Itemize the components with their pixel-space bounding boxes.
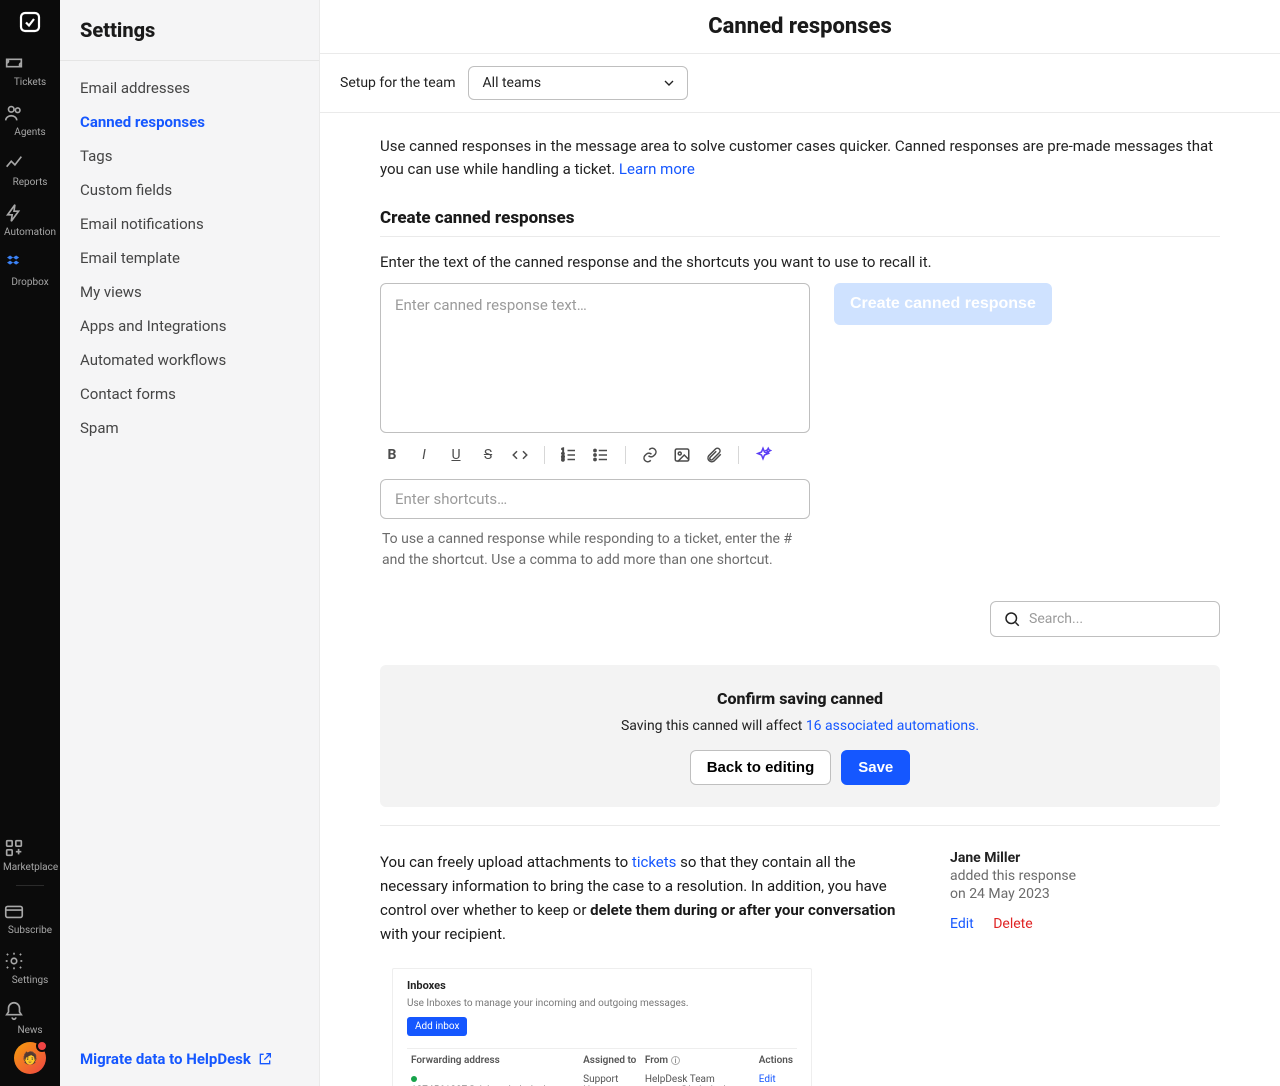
confirm-panel: Confirm saving canned Saving this canned… — [380, 665, 1220, 807]
attachment-icon[interactable] — [704, 445, 724, 465]
link-icon[interactable] — [640, 445, 660, 465]
team-select-value: All teams — [483, 75, 542, 91]
response-date: on 24 May 2023 — [950, 886, 1220, 902]
tickets-link[interactable]: tickets — [632, 853, 676, 871]
sidebar-item-email-addresses[interactable]: Email addresses — [60, 71, 319, 105]
italic-icon[interactable]: I — [414, 445, 434, 465]
image-icon[interactable] — [672, 445, 692, 465]
inboxes-preview: Inboxes Use Inboxes to manage your incom… — [392, 968, 812, 1086]
associated-automations-link[interactable]: 16 associated automations. — [806, 718, 979, 734]
team-bar: Setup for the team All teams — [320, 54, 1280, 113]
col-assigned: Assigned to — [579, 1049, 641, 1071]
row-edit-link[interactable]: Edit — [759, 1074, 776, 1085]
sidebar-item-email-template[interactable]: Email template — [60, 241, 319, 275]
editor-toolbar: B I U S 123 — [380, 433, 810, 473]
create-canned-button[interactable]: Create canned response — [834, 283, 1052, 325]
shortcut-input[interactable]: Enter shortcuts… — [380, 479, 810, 519]
search-input[interactable]: Search... — [990, 601, 1220, 637]
bullet-list-icon[interactable] — [591, 445, 611, 465]
response-edit-link[interactable]: Edit — [950, 916, 974, 932]
sidebar-item-email-notifications[interactable]: Email notifications — [60, 207, 319, 241]
ordered-list-icon[interactable]: 123 — [559, 445, 579, 465]
external-link-icon — [257, 1051, 273, 1067]
response-body: You can freely upload attachments to tic… — [380, 850, 910, 946]
nav-reports[interactable]: Reports — [3, 144, 57, 194]
col-from: Fromi — [641, 1049, 755, 1071]
col-forwarding: Forwarding address — [407, 1049, 579, 1071]
shortcut-hint: To use a canned response while respondin… — [380, 519, 810, 571]
sidebar-item-canned-responses[interactable]: Canned responses — [60, 105, 319, 139]
sidebar-item-custom-fields[interactable]: Custom fields — [60, 173, 319, 207]
nav-marketplace[interactable]: Marketplace — [3, 829, 57, 879]
nav-automation[interactable]: Automation — [3, 194, 57, 244]
svg-text:3: 3 — [562, 457, 565, 463]
response-meta: Jane Miller added this response on 24 Ma… — [950, 850, 1220, 1086]
response-item: You can freely upload attachments to tic… — [380, 825, 1220, 1086]
sidebar-item-spam[interactable]: Spam — [60, 411, 319, 445]
navrail: Tickets Agents Reports Automation Dropbo… — [0, 0, 60, 1086]
chevron-down-icon — [661, 75, 677, 91]
app-logo-icon — [18, 10, 42, 34]
response-delete-link[interactable]: Delete — [993, 916, 1032, 932]
avatar[interactable]: 🧑 — [14, 1042, 46, 1074]
confirm-text: Saving this canned will affect 16 associ… — [400, 718, 1200, 734]
learn-more-link[interactable]: Learn more — [619, 160, 695, 178]
strike-icon[interactable]: S — [478, 445, 498, 465]
response-added: added this response — [950, 868, 1220, 884]
bold-icon[interactable]: B — [382, 445, 402, 465]
sidebar-item-apps-integrations[interactable]: Apps and Integrations — [60, 309, 319, 343]
settings-menu: Email addresses Canned responses Tags Cu… — [60, 61, 319, 455]
code-icon[interactable] — [510, 445, 530, 465]
back-to-editing-button[interactable]: Back to editing — [690, 750, 832, 785]
sidebar-item-automated-workflows[interactable]: Automated workflows — [60, 343, 319, 377]
confirm-heading: Confirm saving canned — [400, 689, 1200, 708]
team-select[interactable]: All teams — [468, 66, 688, 100]
canned-text-input[interactable]: Enter canned response text… — [380, 283, 810, 433]
create-heading: Create canned responses — [380, 208, 1220, 237]
notification-dot — [36, 1040, 48, 1052]
add-inbox-button[interactable]: Add inbox — [407, 1017, 467, 1036]
col-actions: Actions — [755, 1049, 797, 1071]
search-icon — [1003, 610, 1021, 628]
nav-subscribe[interactable]: Subscribe — [3, 892, 57, 942]
underline-icon[interactable]: U — [446, 445, 466, 465]
settings-title: Settings — [60, 0, 319, 60]
ai-icon[interactable] — [753, 445, 773, 465]
response-author: Jane Miller — [950, 850, 1220, 866]
nav-dropbox[interactable]: Dropbox — [3, 244, 57, 294]
sidebar-item-contact-forms[interactable]: Contact forms — [60, 377, 319, 411]
create-caption: Enter the text of the canned response an… — [320, 243, 1280, 279]
table-row: 1074561227@tickets.helpdesk.comInstructi… — [407, 1070, 797, 1086]
migrate-link[interactable]: Migrate data to HelpDesk — [60, 1032, 319, 1086]
mini-title: Inboxes — [407, 979, 797, 992]
page-header: Canned responses — [320, 0, 1280, 54]
nav-tickets[interactable]: Tickets — [3, 44, 57, 94]
nav-agents[interactable]: Agents — [3, 94, 57, 144]
main: Canned responses Setup for the team All … — [320, 0, 1280, 1086]
mini-desc: Use Inboxes to manage your incoming and … — [407, 998, 797, 1009]
nav-settings[interactable]: Settings — [3, 942, 57, 992]
nav-news[interactable]: News — [3, 992, 57, 1042]
settings-sidebar: Settings Email addresses Canned response… — [60, 0, 320, 1086]
sidebar-item-my-views[interactable]: My views — [60, 275, 319, 309]
team-label: Setup for the team — [340, 75, 456, 91]
intro-text: Use canned responses in the message area… — [320, 113, 1280, 180]
save-button[interactable]: Save — [841, 750, 910, 785]
page-title: Canned responses — [320, 14, 1280, 39]
sidebar-item-tags[interactable]: Tags — [60, 139, 319, 173]
